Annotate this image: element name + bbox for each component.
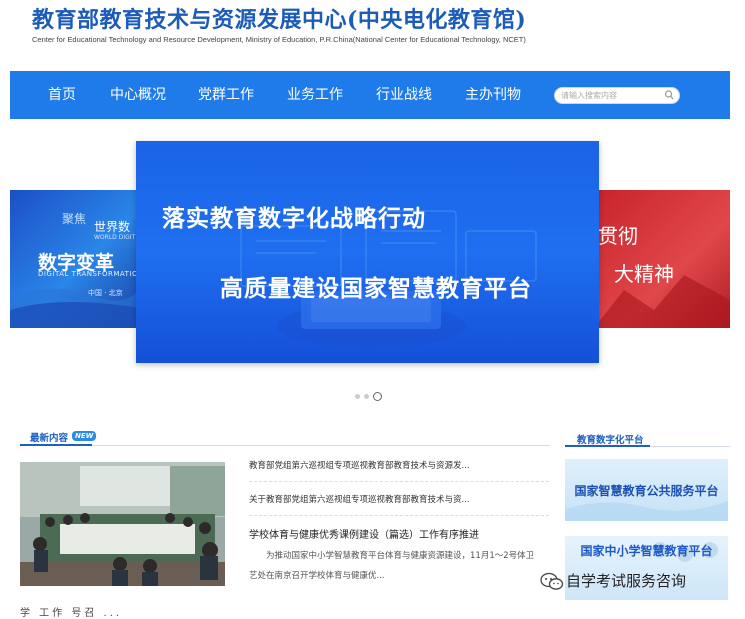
site-subtitle: Center for Educational Technology and Re… bbox=[32, 35, 526, 44]
search-box bbox=[554, 87, 680, 104]
section-divider bbox=[20, 445, 550, 446]
news-link-2[interactable]: 关于教育部党组第六巡视组专项巡视教育部教育技术与资... bbox=[249, 493, 470, 505]
nav-item-party[interactable]: 党群工作 bbox=[198, 71, 254, 119]
slide-headline: 贯彻 bbox=[598, 224, 638, 248]
carousel-dot[interactable] bbox=[355, 394, 360, 399]
slide-place: 中国 · 北京 bbox=[88, 289, 123, 297]
slide-illustration bbox=[240, 210, 537, 348]
slide-headline: 落实教育数字化战略行动 bbox=[162, 206, 426, 232]
section-accent bbox=[565, 445, 650, 447]
carousel-slide-active[interactable]: 落实教育数字化战略行动 高质量建设国家智慧教育平台 bbox=[136, 141, 599, 363]
site-header: 教育部教育技术与资源发展中心(中央电化教育馆) Center for Educa… bbox=[0, 0, 745, 70]
slide-headline-2: 大精神 bbox=[614, 262, 674, 286]
nav-item-journals[interactable]: 主办刊物 bbox=[465, 71, 521, 119]
carousel-dot-active[interactable] bbox=[373, 392, 382, 401]
nav-item-business[interactable]: 业务工作 bbox=[287, 71, 343, 119]
banner-label: 国家智慧教育公共服务平台 bbox=[574, 484, 719, 498]
wechat-icon bbox=[540, 572, 564, 590]
slide-logo: 聚焦 bbox=[62, 212, 87, 226]
slide-world-en: WORLD DIGIT bbox=[94, 234, 136, 241]
featured-news-title[interactable]: 学校体育与健康优秀课例建设（篇选）工作有序推进 bbox=[249, 526, 479, 541]
slide-subheadline: 高质量建设国家智慧教育平台 bbox=[220, 276, 532, 302]
news-photo[interactable] bbox=[20, 462, 225, 586]
site-title: 教育部教育技术与资源发展中心(中央电化教育馆) bbox=[32, 7, 527, 33]
nav-item-about[interactable]: 中心概况 bbox=[110, 71, 166, 119]
wechat-watermark: 自学考试服务咨询 bbox=[538, 566, 738, 596]
banner-label: 国家中小学智慧教育平台 bbox=[580, 544, 713, 558]
summary-line-1: 为推动国家中小学智慧教育平台体育与健康资源建设，11月1～2号体卫 bbox=[266, 551, 535, 561]
meeting-photo bbox=[20, 462, 225, 586]
search-icon[interactable] bbox=[664, 89, 674, 101]
carousel-slide-prev[interactable]: 聚焦 世界数 WORLD DIGIT 数字变革 DIGITAL TRANSFOR… bbox=[10, 190, 140, 328]
news-divider bbox=[249, 481, 549, 482]
watermark-text: 自学考试服务咨询 bbox=[566, 572, 687, 590]
next-section-row: 学 工作 号召 ... bbox=[20, 608, 123, 619]
nav-item-industry[interactable]: 行业战线 bbox=[376, 71, 432, 119]
nav-item-home[interactable]: 首页 bbox=[48, 71, 76, 119]
news-link-1[interactable]: 教育部党组第六巡视组专项巡视教育部教育技术与资源发... bbox=[249, 459, 470, 471]
summary-line-2: 艺处在南京召开学校体育与健康优... bbox=[249, 571, 385, 581]
featured-news-summary: 为推动国家中小学智慧教育平台体育与健康资源建设，11月1～2号体卫 艺处在南京召… bbox=[249, 546, 549, 586]
slide-headline-en: DIGITAL TRANSFORMATIO bbox=[38, 270, 138, 278]
carousel-slide-next[interactable]: 贯彻 大精神 bbox=[594, 190, 730, 328]
platform-banner-public-service[interactable]: 国家智慧教育公共服务平台 bbox=[565, 459, 728, 521]
slide-world-text: 世界数 bbox=[94, 220, 131, 234]
carousel-pagination bbox=[355, 392, 385, 402]
news-divider bbox=[249, 515, 549, 516]
new-badge: NEW bbox=[72, 431, 97, 441]
carousel-dot[interactable] bbox=[364, 394, 369, 399]
search-input[interactable] bbox=[561, 89, 661, 102]
section-accent bbox=[20, 444, 92, 446]
